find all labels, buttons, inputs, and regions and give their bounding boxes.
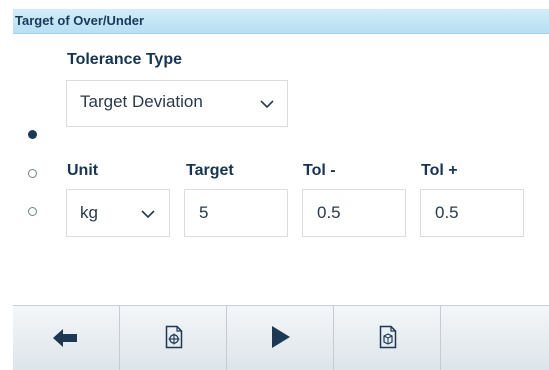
page-indicator-dot-2[interactable] — [28, 169, 37, 178]
tol-minus-input[interactable]: 0.5 — [302, 189, 406, 237]
target-value: 5 — [199, 203, 209, 222]
tol-minus-value: 0.5 — [317, 203, 341, 222]
back-button[interactable] — [13, 306, 120, 370]
empty-softkey[interactable] — [441, 306, 549, 370]
start-button[interactable] — [227, 306, 334, 370]
unit-value: kg — [80, 203, 98, 222]
tare-container-button[interactable] — [334, 306, 441, 370]
screen: Target of Over/Under Tolerance Type Targ… — [0, 0, 549, 370]
target-weight-button[interactable] — [120, 306, 227, 370]
title-bar: Target of Over/Under — [13, 9, 549, 34]
target-label: Target — [186, 162, 234, 179]
tol-plus-value: 0.5 — [435, 203, 459, 222]
tare-container-icon — [379, 325, 397, 349]
target-weight-icon — [165, 325, 183, 349]
tolerance-type-value: Target Deviation — [80, 92, 203, 111]
tol-minus-label: Tol - — [303, 162, 336, 179]
chevron-down-icon — [141, 210, 155, 219]
softkey-bar — [13, 305, 549, 370]
unit-label: Unit — [67, 162, 99, 179]
page-title: Target of Over/Under — [15, 13, 145, 28]
tolerance-type-select[interactable]: Target Deviation — [66, 80, 288, 127]
back-arrow-icon — [53, 329, 77, 347]
tolerance-type-label: Tolerance Type — [67, 51, 182, 68]
chevron-down-icon — [260, 100, 274, 109]
unit-select[interactable]: kg — [66, 189, 170, 237]
tol-plus-input[interactable]: 0.5 — [420, 189, 524, 237]
tol-plus-label: Tol + — [421, 162, 458, 179]
page-indicator-dot-1[interactable] — [28, 130, 37, 139]
play-icon — [272, 326, 290, 348]
target-input[interactable]: 5 — [184, 189, 288, 237]
page-indicator-dot-3[interactable] — [28, 207, 37, 216]
